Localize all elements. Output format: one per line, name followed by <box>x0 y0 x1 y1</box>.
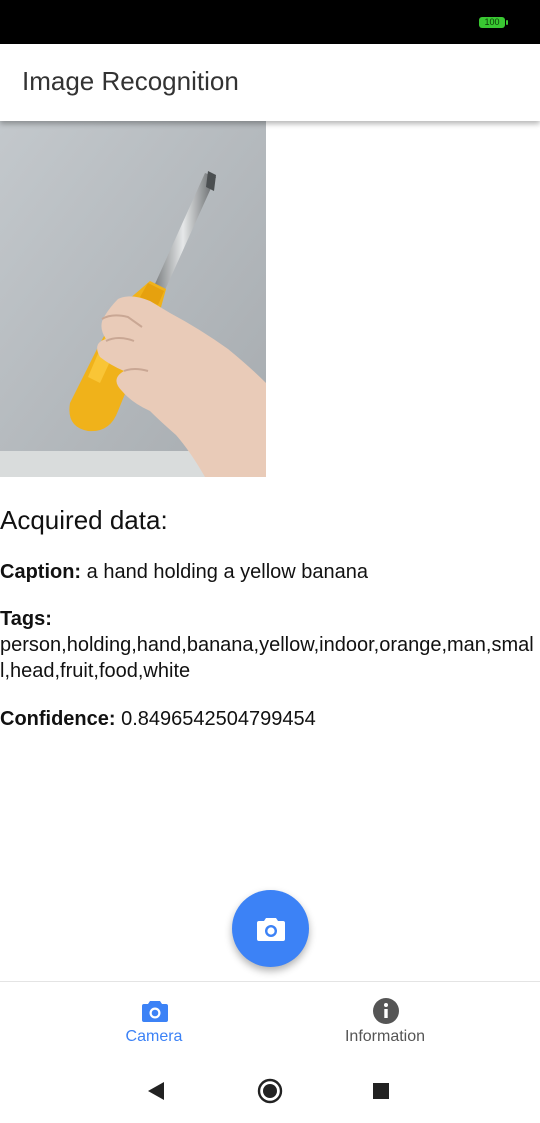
status-bar: 100 <box>0 0 540 44</box>
info-icon <box>373 998 399 1024</box>
back-icon[interactable] <box>143 1078 169 1104</box>
confidence-label: Confidence: <box>0 708 116 730</box>
confidence-value: 0.8496542504799454 <box>121 708 316 730</box>
confidence-row: Confidence: 0.8496542504799454 <box>0 706 540 732</box>
tags-label: Tags: <box>0 608 52 630</box>
tags-value: person,holding,hand,banana,yellow,indoor… <box>0 634 534 682</box>
battery-icon: 100 <box>479 17 508 28</box>
battery-level: 100 <box>484 17 500 27</box>
system-navigation-bar <box>0 1061 540 1123</box>
nav-label-camera: Camera <box>125 1028 183 1045</box>
page-title: Image Recognition <box>22 66 239 96</box>
caption-row: Caption: a hand holding a yellow banana <box>0 559 540 585</box>
camera-icon <box>256 917 285 941</box>
captured-photo <box>0 121 266 477</box>
nav-item-information[interactable]: Information <box>250 982 520 1062</box>
home-icon[interactable] <box>257 1078 283 1104</box>
bottom-navigation: Camera Information <box>0 981 540 1061</box>
recents-icon[interactable] <box>368 1078 394 1104</box>
app-bar: Image Recognition <box>0 44 540 121</box>
results-heading: Acquired data: <box>0 505 168 535</box>
camera-icon <box>142 1001 168 1022</box>
caption-label: Caption: <box>0 561 82 583</box>
caption-value: a hand holding a yellow banana <box>86 561 368 583</box>
photo-image <box>0 121 266 477</box>
nav-item-camera[interactable]: Camera <box>19 982 289 1062</box>
capture-photo-button[interactable] <box>232 890 309 967</box>
nav-label-information: Information <box>344 1028 426 1045</box>
